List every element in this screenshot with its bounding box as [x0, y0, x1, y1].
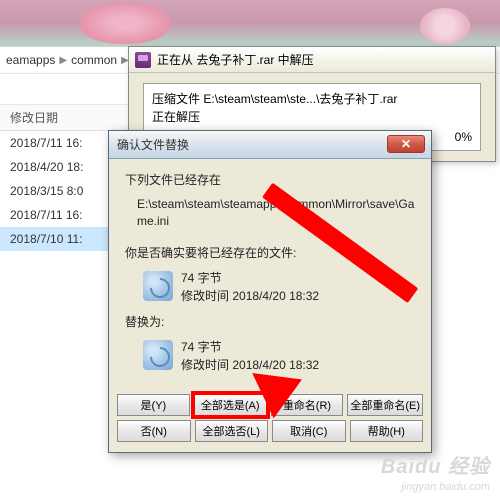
- file-size: 74 字节: [181, 338, 319, 356]
- button-row-1: 是(Y) 全部选是(A) 重命名(R) 全部重命名(E): [109, 392, 431, 418]
- button-row-2: 否(N) 全部选否(L) 取消(C) 帮助(H): [109, 418, 431, 452]
- dialog-title: 确认文件替换: [117, 136, 189, 153]
- modtime-value: 2018/4/20 18:32: [232, 289, 319, 303]
- yes-all-button[interactable]: 全部选是(A): [194, 394, 267, 416]
- dialog-body: 下列文件已经存在 E:\steam\steam\steamapps\common…: [109, 159, 431, 392]
- rename-button[interactable]: 重命名(R): [271, 394, 344, 416]
- cancel-button[interactable]: 取消(C): [272, 420, 346, 442]
- chevron-right-icon: ▶: [59, 55, 67, 66]
- yes-button[interactable]: 是(Y): [117, 394, 190, 416]
- dialog-title: 正在从 去兔子补丁.rar 中解压: [157, 51, 314, 68]
- no-button[interactable]: 否(N): [117, 420, 191, 442]
- close-icon: ✕: [401, 137, 411, 151]
- modtime-label: 修改时间: [181, 289, 229, 303]
- archive-path: E:\steam\steam\ste...\去兔子补丁.rar: [203, 92, 397, 106]
- new-file-block: 74 字节 修改时间 2018/4/20 18:32: [125, 338, 415, 374]
- rar-icon: [135, 52, 151, 68]
- breadcrumb-item[interactable]: eamapps: [6, 53, 55, 67]
- replace-confirm-dialog: 确认文件替换 ✕ 下列文件已经存在 E:\steam\steam\steamap…: [108, 130, 432, 453]
- help-button[interactable]: 帮助(H): [350, 420, 424, 442]
- file-icon: [143, 271, 173, 301]
- no-all-button[interactable]: 全部选否(L): [195, 420, 269, 442]
- progress-percent: 0%: [455, 128, 472, 146]
- close-button[interactable]: ✕: [387, 135, 425, 153]
- extracting-label: 正在解压: [152, 108, 472, 126]
- confirm-label: 你是否确实要将已经存在的文件:: [125, 244, 415, 261]
- desktop-wallpaper: [0, 0, 500, 46]
- modtime-label: 修改时间: [181, 358, 229, 372]
- existing-file-block: 74 字节 修改时间 2018/4/20 18:32: [125, 269, 415, 305]
- archive-label: 压缩文件: [152, 92, 200, 106]
- file-path: E:\steam\steam\steamapps\common\Mirror\s…: [125, 196, 415, 230]
- watermark-url: jingyan.baidu.com: [381, 480, 490, 494]
- replace-with-label: 替换为:: [125, 313, 415, 330]
- file-size: 74 字节: [181, 269, 319, 287]
- dialog-titlebar[interactable]: 正在从 去兔子补丁.rar 中解压: [129, 47, 495, 73]
- watermark-brand: Baidu 经验: [381, 454, 490, 480]
- watermark: Baidu 经验 jingyan.baidu.com: [381, 454, 490, 494]
- modtime-value: 2018/4/20 18:32: [232, 358, 319, 372]
- file-icon: [143, 340, 173, 370]
- rename-all-button[interactable]: 全部重命名(E): [347, 394, 423, 416]
- breadcrumb-item[interactable]: common: [71, 53, 117, 67]
- dialog-titlebar[interactable]: 确认文件替换 ✕: [109, 131, 431, 159]
- exists-label: 下列文件已经存在: [125, 171, 415, 188]
